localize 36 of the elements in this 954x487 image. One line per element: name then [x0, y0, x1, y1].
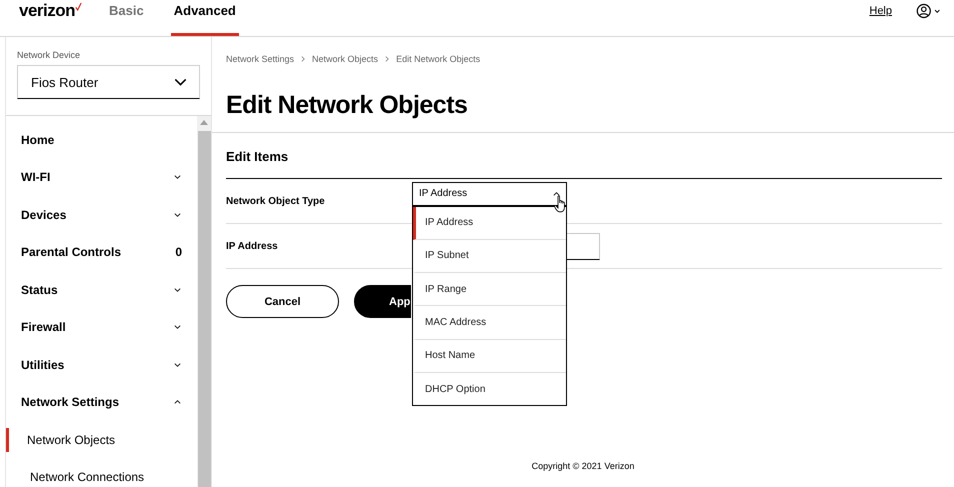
cancel-button[interactable]: Cancel [226, 285, 339, 318]
dropdown-option[interactable]: MAC Address [413, 306, 566, 340]
breadcrumb-link[interactable]: Network Objects [312, 54, 378, 64]
verizon-logo: verizon [19, 2, 76, 20]
sidebar-subitem[interactable]: Network Connections [6, 458, 197, 487]
scroll-up-icon[interactable] [200, 120, 208, 125]
dropdown-option[interactable]: Host Name [413, 340, 566, 373]
sidebar-item[interactable]: Firewall [6, 308, 197, 346]
dropdown-option[interactable]: DHCP Option [413, 372, 566, 406]
nav-tab[interactable]: Advanced [170, 0, 239, 36]
sidebar-item[interactable]: Utilities [6, 346, 197, 384]
chevron-right-icon [301, 56, 306, 62]
dropdown-option[interactable]: IP Range [413, 273, 566, 306]
account-icon[interactable] [916, 3, 942, 19]
checkmark-icon [75, 2, 82, 11]
sidebar-item[interactable]: Home [6, 121, 197, 158]
sidebar-item[interactable]: Devices [6, 196, 197, 234]
sidebar-item[interactable]: Network Settings [6, 384, 197, 421]
page-title: Edit Network Objects [226, 90, 468, 121]
sidebar-item[interactable]: Parental Controls 0 [6, 234, 197, 271]
chevron-right-icon [385, 56, 390, 62]
breadcrumb-link[interactable]: Network Settings [226, 54, 294, 64]
device-dropdown[interactable]: Fios Router [17, 65, 200, 99]
apply-button[interactable]: App [354, 285, 411, 318]
count-label: 0 [175, 245, 182, 260]
help-link[interactable]: Help [869, 0, 892, 19]
dropdown-option[interactable]: IP Subnet [413, 240, 566, 274]
chevron-down-icon [174, 78, 187, 86]
section-title: Edit Items [226, 133, 942, 179]
sidebar-item[interactable]: Status [6, 271, 197, 308]
field-label: Network Object Type [226, 196, 326, 206]
sidebar-item[interactable]: WI-FI [6, 158, 197, 196]
copyright-text: Copyright © 2021 Verizon [530, 461, 636, 473]
nav-tab[interactable]: Basic [106, 0, 147, 36]
field-label: Network Device [17, 50, 82, 60]
field-label: IP Address [226, 240, 279, 252]
